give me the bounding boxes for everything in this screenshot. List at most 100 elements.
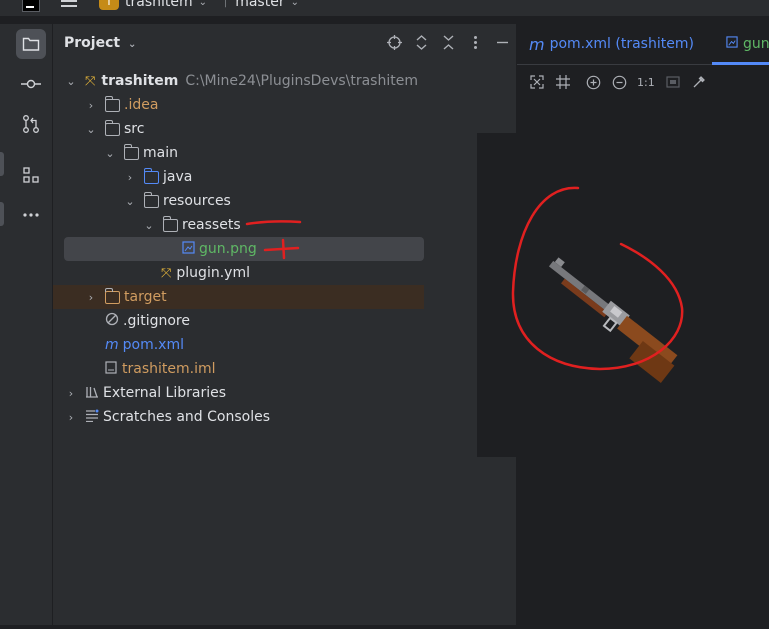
main-menu-icon[interactable]	[61, 0, 77, 10]
folder-icon	[22, 37, 40, 51]
background-icon[interactable]	[665, 74, 681, 90]
intellij-logo-icon[interactable]	[22, 0, 40, 12]
project-name: trashitem	[125, 0, 193, 10]
project-panel: Project ⌄ ⌄ ⤧ trashitem C:\Mine24\Plugin…	[53, 24, 569, 625]
chevron-right-icon[interactable]: ›	[65, 411, 77, 424]
reassets-label: reassets	[182, 217, 241, 233]
project-panel-tools	[387, 35, 510, 50]
commit-icon	[21, 79, 41, 89]
chevron-right-icon[interactable]: ›	[85, 291, 97, 304]
tree-node-gitignore[interactable]: .gitignore	[53, 309, 516, 333]
project-switcher[interactable]: T trashitem ⌄	[99, 0, 207, 10]
tool-window-group-marker	[0, 202, 4, 226]
tree-node-scratches[interactable]: › Scratches and Consoles	[53, 405, 516, 429]
chevron-down-icon[interactable]: ⌄	[124, 195, 136, 208]
color-picker-icon[interactable]	[691, 74, 707, 90]
iml-file-icon	[105, 360, 117, 378]
tab-pom-xml[interactable]: m pom.xml (trashitem)	[529, 24, 694, 64]
maven-icon: m	[529, 34, 545, 54]
tree-node-root[interactable]: ⌄ ⤧ trashitem C:\Mine24\PluginsDevs\tras…	[53, 69, 516, 93]
tree-node-external-libraries[interactable]: › External Libraries	[53, 381, 516, 405]
tree-node-idea[interactable]: › .idea	[53, 93, 516, 117]
tree-node-target[interactable]: › target	[53, 285, 424, 309]
module-icon: ⤧	[85, 73, 96, 89]
tree-node-iml[interactable]: trashitem.iml	[53, 357, 516, 381]
chevron-down-icon: ⌄	[290, 0, 299, 8]
project-panel-header: Project ⌄	[53, 24, 516, 64]
tab-gun-png[interactable]: gun	[712, 24, 769, 65]
excluded-folder-icon	[104, 287, 120, 304]
java-label: java	[163, 169, 193, 185]
chevron-right-icon[interactable]: ›	[124, 171, 136, 184]
branch-name: master	[235, 0, 285, 10]
options-icon[interactable]	[468, 35, 483, 50]
root-label: trashitem	[101, 73, 179, 89]
resources-label: resources	[163, 193, 231, 209]
src-label: src	[124, 121, 145, 137]
tab-gun-png-label: gun	[743, 36, 769, 52]
library-icon	[85, 385, 99, 402]
branch-switcher[interactable]: ᛉ master ⌄	[222, 0, 299, 10]
project-badge: T	[99, 0, 119, 10]
ignore-file-icon	[105, 312, 119, 330]
zoom-out-icon[interactable]	[611, 74, 627, 90]
editor-area: m pom.xml (trashitem) gun 1:1	[517, 24, 769, 625]
more-icon	[23, 213, 39, 217]
gitignore-label: .gitignore	[123, 313, 190, 329]
chevron-down-icon[interactable]: ⌄	[104, 147, 116, 160]
tool-window-bar	[0, 24, 53, 625]
tree-node-reassets[interactable]: ⌄ reassets	[53, 213, 516, 237]
iml-label: trashitem.iml	[122, 361, 216, 377]
scratches-label: Scratches and Consoles	[103, 409, 270, 425]
folder-icon	[162, 215, 178, 232]
yaml-file-icon: ⤧	[161, 265, 172, 281]
gun-png-label: gun.png	[199, 241, 257, 257]
folder-icon	[123, 143, 139, 160]
project-view-selector[interactable]: Project ⌄	[64, 35, 136, 51]
root-path: C:\Mine24\PluginsDevs\trashitem	[185, 73, 418, 89]
tree-node-pom-xml[interactable]: m pom.xml	[53, 333, 516, 357]
project-tool-button[interactable]	[16, 29, 46, 59]
tree-node-gun-png[interactable]: gun.png	[64, 237, 424, 261]
expand-all-icon[interactable]	[414, 35, 429, 50]
chevron-down-icon[interactable]: ⌄	[85, 123, 97, 136]
structure-tool-button[interactable]	[16, 160, 46, 190]
zoom-in-icon[interactable]	[585, 74, 601, 90]
tree-node-src[interactable]: ⌄ src	[53, 117, 516, 141]
chevron-down-icon[interactable]: ⌄	[143, 219, 155, 232]
chevron-down-icon[interactable]: ⌄	[65, 75, 77, 88]
editor-tabs: m pom.xml (trashitem) gun	[517, 24, 769, 65]
minimize-icon[interactable]	[495, 35, 510, 50]
chevron-right-icon[interactable]: ›	[85, 99, 97, 112]
external-libraries-label: External Libraries	[103, 385, 226, 401]
commit-tool-button[interactable]	[16, 69, 46, 99]
idea-label: .idea	[124, 97, 159, 113]
branch-icon: ᛉ	[222, 0, 230, 9]
image-canvas	[517, 104, 769, 625]
folder-icon	[104, 95, 120, 112]
image-editor-toolbar: 1:1	[517, 68, 769, 96]
fit-to-window-icon[interactable]	[529, 74, 545, 90]
resources-folder-icon	[143, 191, 159, 208]
actual-size-button[interactable]: 1:1	[637, 74, 655, 90]
tree-node-resources[interactable]: ⌄ resources	[53, 189, 516, 213]
pull-requests-tool-button[interactable]	[16, 109, 46, 139]
target-label: target	[124, 289, 167, 305]
title-bar: T trashitem ⌄ ᛉ master ⌄	[0, 0, 769, 16]
tree-node-main[interactable]: ⌄ main	[53, 141, 516, 165]
tab-pom-xml-label: pom.xml (trashitem)	[549, 36, 694, 52]
pom-xml-label: pom.xml	[122, 337, 184, 353]
tree-node-plugin-yml[interactable]: ⤧ plugin.yml	[53, 261, 516, 285]
collapse-all-icon[interactable]	[441, 35, 456, 50]
more-tool-windows-button[interactable]	[16, 200, 46, 230]
main-label: main	[143, 145, 178, 161]
tool-window-group-marker	[0, 152, 4, 176]
source-folder-icon	[143, 167, 159, 184]
project-panel-title: Project	[64, 35, 121, 51]
chevron-right-icon[interactable]: ›	[65, 387, 77, 400]
locate-icon[interactable]	[387, 35, 402, 50]
grid-icon[interactable]	[555, 74, 571, 90]
tree-node-java[interactable]: › java	[53, 165, 516, 189]
structure-icon	[23, 167, 39, 183]
image-file-icon	[726, 36, 738, 52]
